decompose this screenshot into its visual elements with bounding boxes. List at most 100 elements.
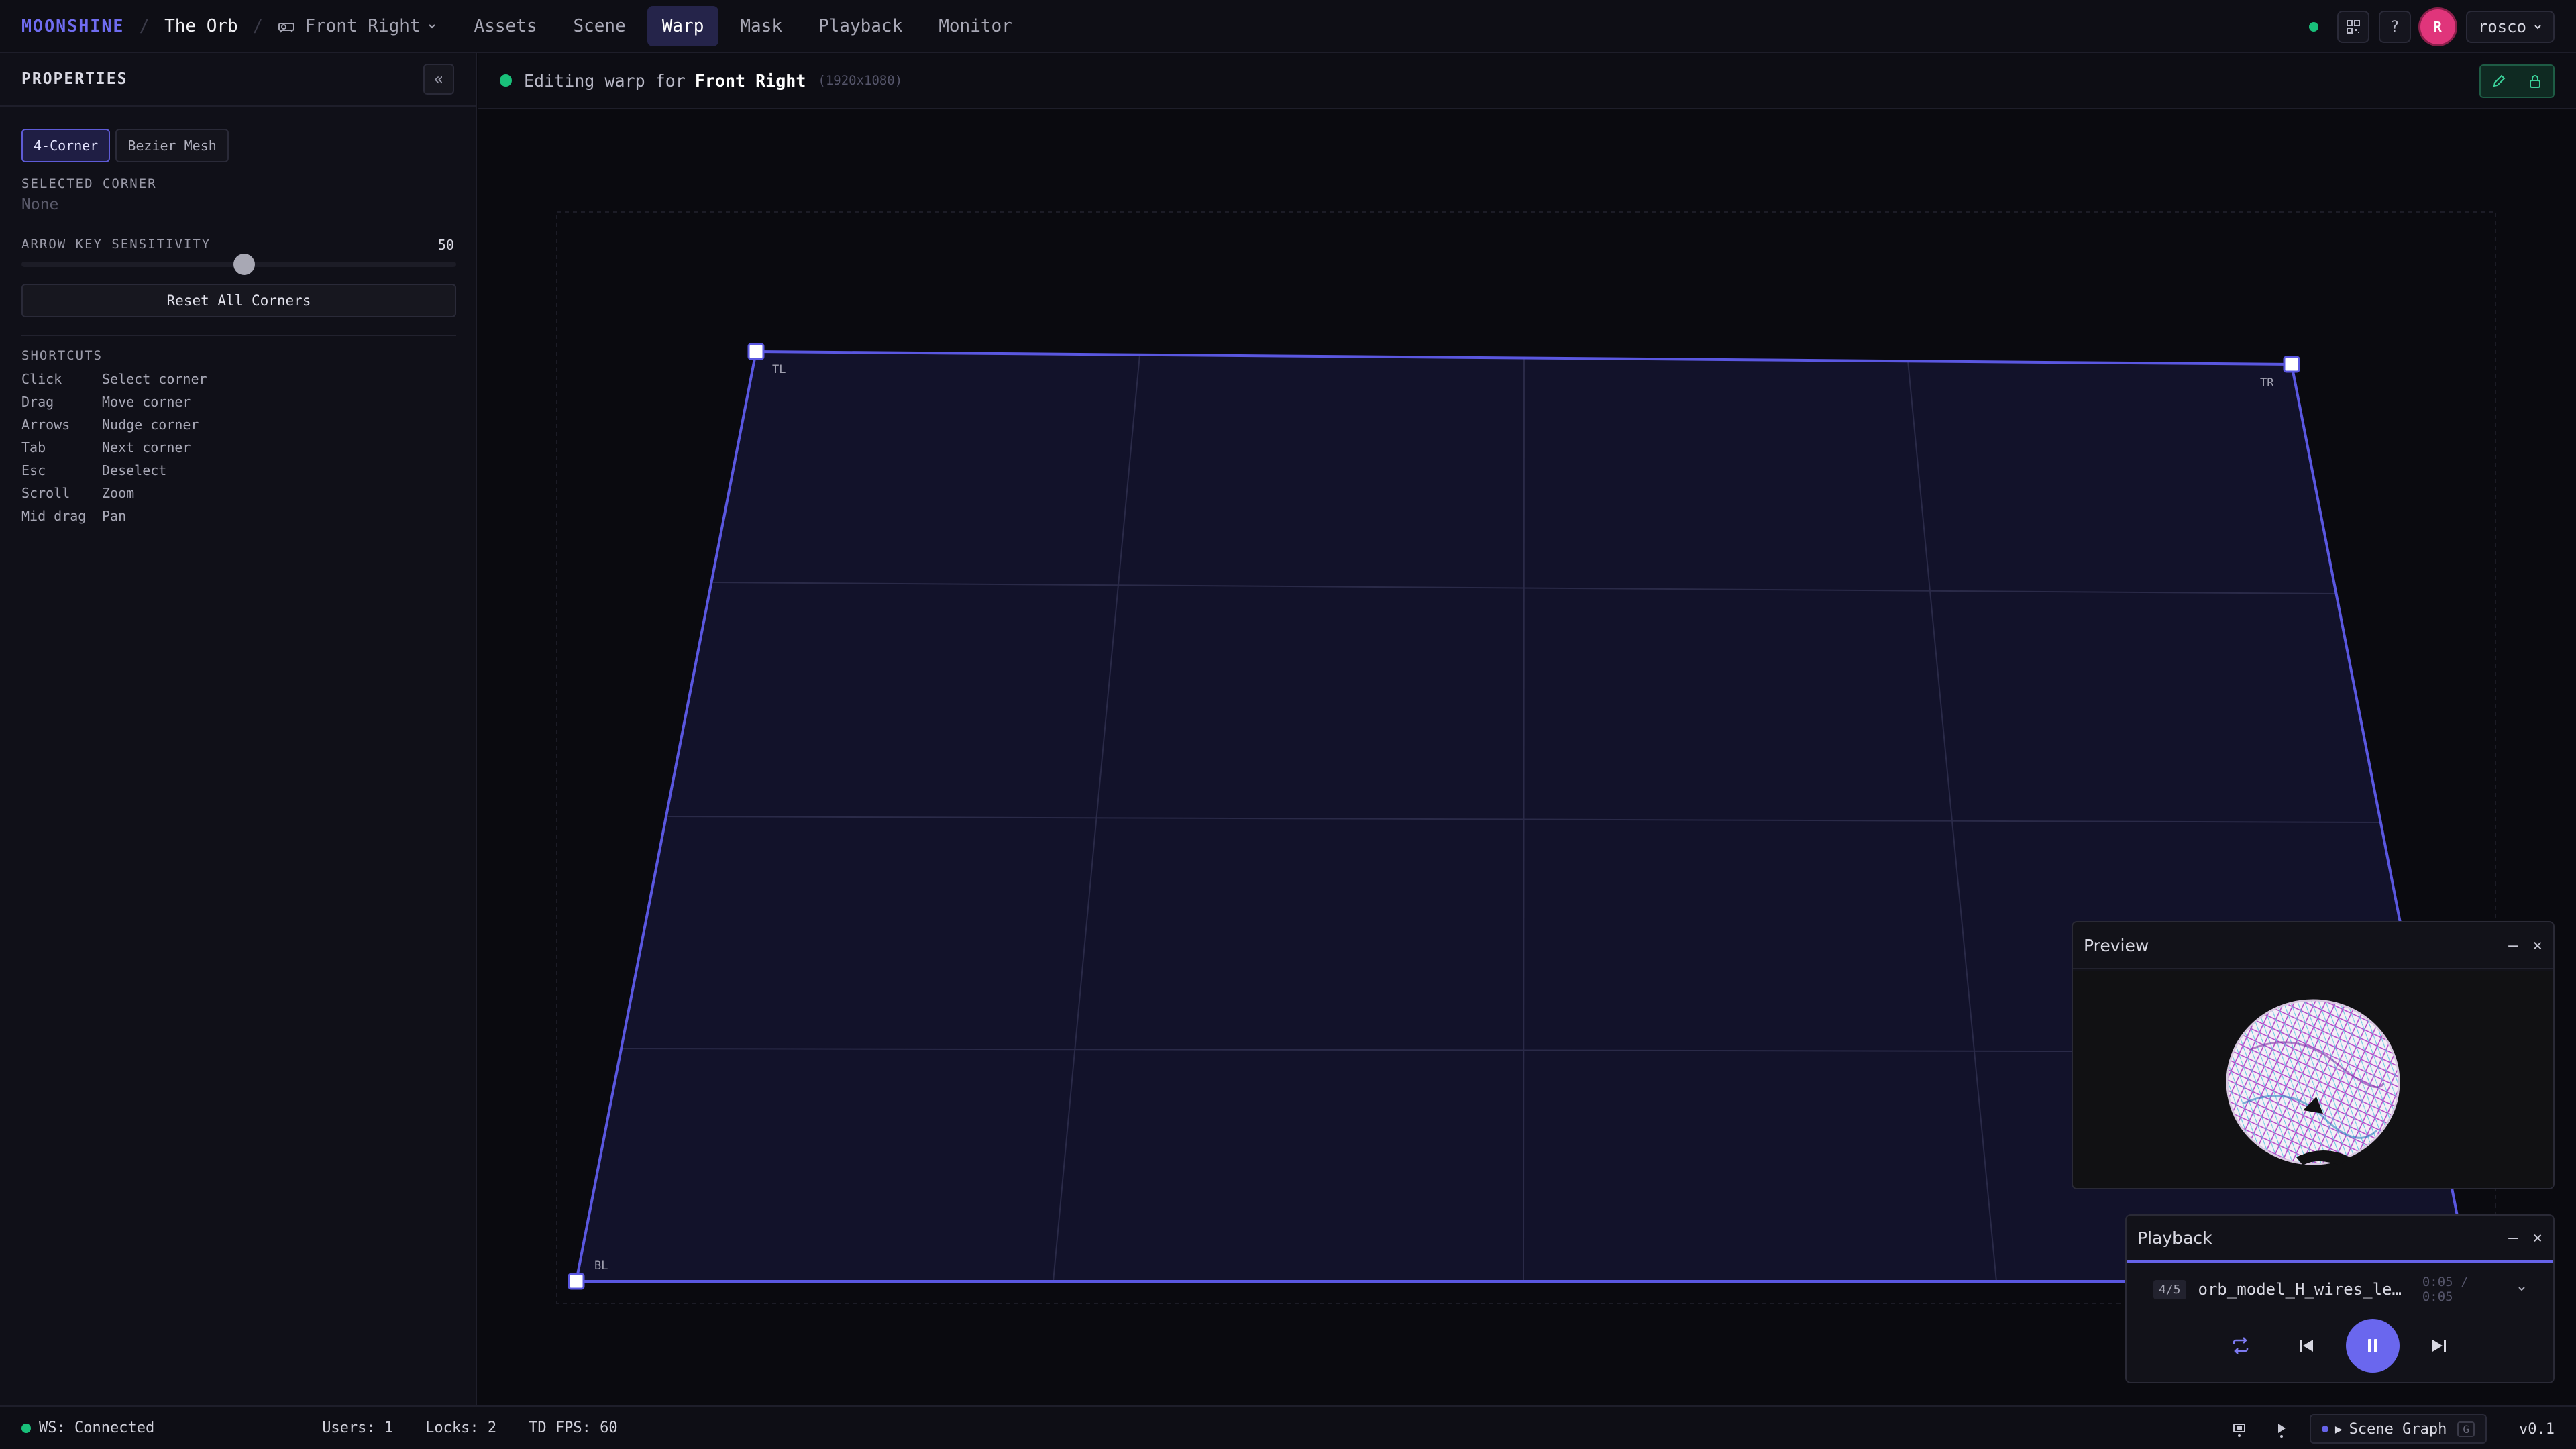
- corner-handle-bl[interactable]: [568, 1273, 585, 1290]
- next-button[interactable]: [2423, 1330, 2455, 1362]
- close-button[interactable]: ×: [2533, 936, 2542, 955]
- monitor-icon: [2233, 1424, 2245, 1437]
- collapse-panel-button[interactable]: «: [423, 64, 454, 95]
- qr-code-button[interactable]: [2337, 11, 2369, 43]
- pause-icon: [2368, 1339, 2377, 1352]
- avatar[interactable]: R: [2420, 9, 2455, 44]
- editor-header: Editing warp for Front Right (1920x1080): [478, 53, 2576, 109]
- selected-corner-label: SELECTED CORNER: [21, 176, 157, 191]
- editing-status-dot: [500, 74, 512, 87]
- preview-title: Preview: [2084, 935, 2149, 955]
- shortcut-desc: Next corner: [102, 439, 191, 455]
- loop-button[interactable]: [2224, 1330, 2257, 1362]
- chevron-down-icon: [2534, 25, 2541, 30]
- playback-header[interactable]: Playback – ×: [2127, 1216, 2553, 1260]
- chevron-down-icon: [428, 23, 435, 28]
- shortcut-desc: Select corner: [102, 371, 207, 387]
- tab-scene[interactable]: Scene: [558, 6, 640, 46]
- properties-header: PROPERTIES «: [0, 53, 476, 107]
- tab-assets[interactable]: Assets: [460, 6, 552, 46]
- shortcut-desc: Nudge corner: [102, 417, 199, 433]
- tab-mask[interactable]: Mask: [725, 6, 797, 46]
- shortcuts-list: Click Select corner Drag Move corner Arrow…: [21, 368, 207, 527]
- minimize-button[interactable]: –: [2508, 1228, 2518, 1247]
- corner-label-tl: TL: [772, 363, 786, 376]
- scene-graph-button[interactable]: ▶ Scene Graph G: [2309, 1414, 2487, 1444]
- playback-title: Playback: [2137, 1228, 2212, 1248]
- track-time: 0:05 / 0:05: [2422, 1275, 2469, 1304]
- minimize-button[interactable]: –: [2508, 936, 2518, 955]
- previous-button[interactable]: [2290, 1330, 2322, 1362]
- output-selector-label: Front Right: [305, 15, 421, 36]
- list-item: Mid drag Pan: [21, 504, 207, 527]
- help-button[interactable]: ?: [2378, 11, 2411, 43]
- top-bar: MOONSHINE / The Orb / Front Right Assets…: [0, 0, 2576, 53]
- header-actions: ? R rosco: [2308, 7, 2555, 47]
- brand-logo[interactable]: MOONSHINE: [21, 16, 124, 36]
- user-menu[interactable]: rosco: [2465, 11, 2555, 43]
- status-bar: WS: Connected Users: 1 Locks: 2 TD FPS: …: [0, 1405, 2576, 1449]
- tab-monitor[interactable]: Monitor: [924, 6, 1027, 46]
- mode-4-corner-button[interactable]: 4-Corner: [21, 129, 111, 162]
- warp-surface[interactable]: [478, 111, 2576, 1405]
- breadcrumb-separator: /: [252, 15, 264, 36]
- qr-code-icon: [2346, 20, 2360, 34]
- output-resolution: (1920x1080): [818, 73, 903, 88]
- shortcut-key: Mid drag: [21, 508, 87, 524]
- shortcut-desc: Move corner: [102, 394, 191, 410]
- properties-title: PROPERTIES: [21, 70, 128, 88]
- list-item: Drag Move corner: [21, 390, 207, 413]
- preview-panel: Preview – ×: [2072, 921, 2555, 1189]
- list-item: Esc Deselect: [21, 459, 207, 482]
- pause-button[interactable]: [2346, 1319, 2400, 1373]
- ws-status-dot: [21, 1423, 31, 1433]
- app-version: v0.1: [2519, 1420, 2555, 1438]
- scene-graph-label: Scene Graph: [2349, 1420, 2447, 1438]
- warp-canvas[interactable]: TL TR BL: [478, 111, 2576, 1405]
- corner-handle-tr[interactable]: [2283, 356, 2300, 373]
- warp-mode-toggle: 4-Corner Bezier Mesh: [21, 129, 234, 162]
- play-toggle[interactable]: [2272, 1419, 2291, 1438]
- selected-corner-value: None: [21, 196, 59, 213]
- properties-panel: PROPERTIES « 4-Corner Bezier Mesh SELECT…: [0, 53, 477, 1405]
- close-button[interactable]: ×: [2533, 1228, 2542, 1247]
- user-name: rosco: [2477, 17, 2526, 36]
- playback-track-selector[interactable]: 4/5 orb_model_H_wires_le… 0:05 / 0:05: [2127, 1263, 2553, 1316]
- projector-icon: [278, 22, 295, 33]
- td-fps: TD FPS: 60: [529, 1419, 618, 1436]
- corner-label-tr: TR: [2260, 376, 2274, 390]
- list-item: Tab Next corner: [21, 436, 207, 459]
- edit-button[interactable]: [2491, 73, 2507, 89]
- breadcrumb-separator: /: [139, 15, 150, 36]
- lock-button[interactable]: [2527, 73, 2543, 89]
- chevron-down-icon[interactable]: [2517, 1283, 2526, 1297]
- shortcut-key: Scroll: [21, 485, 70, 501]
- connection-status-dot: [2308, 22, 2318, 32]
- playback-panel: Playback – × 4/5 orb_model_H_wires_le… 0…: [2125, 1214, 2555, 1383]
- project-name[interactable]: The Orb: [164, 16, 238, 36]
- editing-status-text: Editing warp for: [524, 70, 686, 91]
- edit-tools: [2479, 64, 2555, 98]
- shortcut-key: Click: [21, 371, 62, 387]
- tab-playback[interactable]: Playback: [804, 6, 917, 46]
- list-item: Scroll Zoom: [21, 482, 207, 504]
- reset-all-corners-button[interactable]: Reset All Corners: [21, 284, 456, 317]
- preview-header[interactable]: Preview – ×: [2073, 922, 2553, 969]
- monitor-toggle[interactable]: [2231, 1419, 2249, 1438]
- sensitivity-value: 50: [437, 237, 454, 253]
- ws-status: WS: Connected: [39, 1419, 155, 1436]
- scene-graph-dot: [2321, 1426, 2328, 1432]
- sensitivity-slider-thumb[interactable]: [233, 254, 255, 275]
- tab-warp[interactable]: Warp: [647, 5, 719, 46]
- skip-back-icon: [2300, 1340, 2313, 1352]
- divider: [21, 335, 456, 336]
- output-selector[interactable]: Front Right: [278, 16, 436, 36]
- playback-controls: – ×: [2493, 1228, 2542, 1247]
- shortcut-key: Tab: [21, 439, 46, 455]
- corner-handle-tl[interactable]: [747, 343, 765, 360]
- preview-viewport: [2073, 971, 2553, 1188]
- transport-controls: [2127, 1319, 2553, 1373]
- nav-tabs: Assets Scene Warp Mask Playback Monitor: [460, 5, 1034, 46]
- shortcuts-title: SHORTCUTS: [21, 348, 103, 363]
- mode-bezier-mesh-button[interactable]: Bezier Mesh: [115, 129, 229, 162]
